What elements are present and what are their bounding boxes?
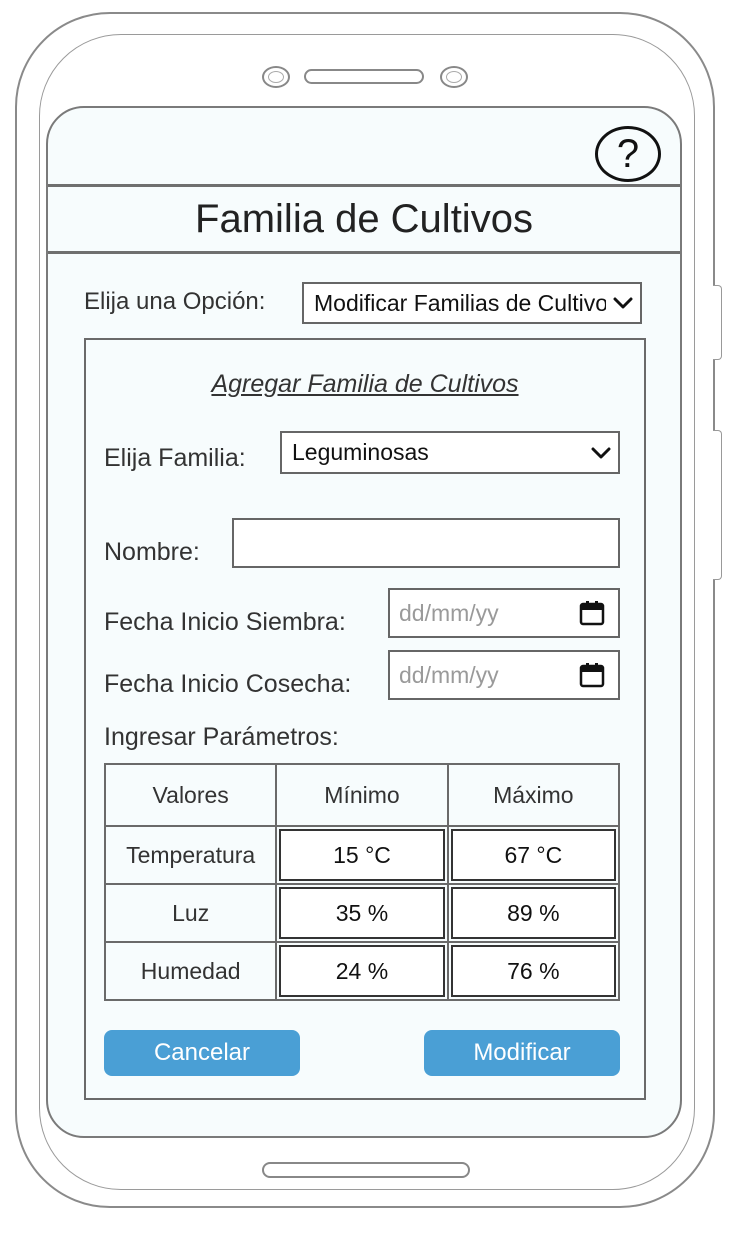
- max-input[interactable]: 67 °C: [450, 829, 616, 881]
- harvest-date-label: Fecha Inicio Cosecha:: [104, 670, 352, 698]
- volume-button: [713, 285, 722, 360]
- max-cell: 67 °C: [446, 825, 621, 885]
- speaker-grille: [304, 69, 424, 84]
- min-input[interactable]: 24 %: [279, 945, 445, 997]
- app-screen: ? Familia de Cultivos Elija una Opción: …: [46, 106, 682, 1138]
- family-select[interactable]: Leguminosas: [280, 431, 620, 474]
- calendar-icon[interactable]: [578, 599, 606, 627]
- cancel-button[interactable]: Cancelar: [104, 1030, 300, 1076]
- min-cell: 24 %: [275, 941, 449, 1001]
- help-glyph: ?: [616, 131, 640, 176]
- row-label: Temperatura: [103, 825, 278, 885]
- min-input[interactable]: 15 °C: [279, 829, 445, 881]
- name-label: Nombre:: [104, 538, 200, 566]
- table-row: Temperatura 15 °C 67 °C: [103, 825, 621, 885]
- option-select-value: Modificar Familias de Cultivos: [314, 289, 606, 316]
- sensor-icon: [440, 66, 468, 88]
- harvest-date-input[interactable]: dd/mm/yy: [388, 650, 620, 700]
- calendar-icon[interactable]: [578, 661, 606, 689]
- row-label: Luz: [103, 883, 278, 943]
- params-table: Valores Mínimo Máximo Temperatura 15 °C …: [103, 763, 621, 1001]
- column-header: Mínimo: [275, 763, 449, 827]
- chevron-down-icon: [584, 433, 618, 472]
- page-title: Familia de Cultivos: [195, 196, 533, 241]
- max-cell: 89 %: [446, 883, 621, 943]
- params-label: Ingresar Parámetros:: [104, 723, 339, 751]
- sow-date-placeholder: dd/mm/yy: [399, 599, 499, 626]
- crop-family-form: Agregar Familia de Cultivos Elija Famili…: [84, 338, 646, 1100]
- page-header: Familia de Cultivos: [48, 184, 680, 254]
- modify-button[interactable]: Modificar: [424, 1030, 620, 1076]
- chevron-down-icon: [606, 284, 640, 322]
- column-header: Máximo: [446, 763, 621, 827]
- min-input[interactable]: 35 %: [279, 887, 445, 939]
- sow-date-input[interactable]: dd/mm/yy: [388, 588, 620, 638]
- option-label: Elija una Opción:: [84, 288, 266, 315]
- harvest-date-placeholder: dd/mm/yy: [399, 661, 499, 688]
- column-header: Valores: [103, 763, 278, 827]
- row-label: Humedad: [103, 941, 278, 1001]
- max-cell: 76 %: [446, 941, 621, 1001]
- form-title-link[interactable]: Agregar Familia de Cultivos: [86, 370, 644, 399]
- min-cell: 15 °C: [275, 825, 449, 885]
- option-select[interactable]: Modificar Familias de Cultivos: [302, 282, 642, 324]
- camera-icon: [262, 66, 290, 88]
- home-bar[interactable]: [262, 1162, 470, 1178]
- min-cell: 35 %: [275, 883, 449, 943]
- sow-date-label: Fecha Inicio Siembra:: [104, 608, 346, 636]
- max-input[interactable]: 89 %: [450, 887, 616, 939]
- table-row: Humedad 24 % 76 %: [103, 941, 621, 1001]
- power-button: [713, 430, 722, 580]
- family-label: Elija Familia:: [104, 444, 246, 472]
- help-question-icon[interactable]: ?: [595, 126, 661, 182]
- max-input[interactable]: 76 %: [450, 945, 616, 997]
- family-select-value: Leguminosas: [292, 439, 429, 465]
- table-row: Luz 35 % 89 %: [103, 883, 621, 943]
- name-input[interactable]: [232, 518, 620, 568]
- table-header-row: Valores Mínimo Máximo: [103, 763, 621, 827]
